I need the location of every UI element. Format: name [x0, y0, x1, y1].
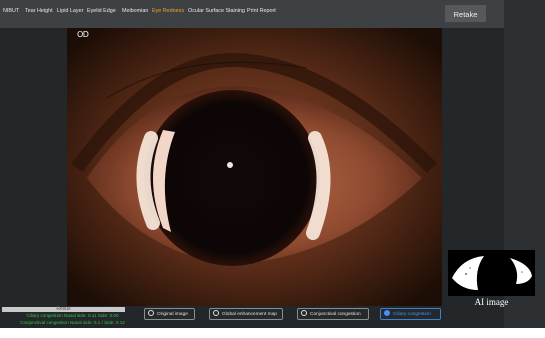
top-nav-bar: NIBUT Tear Height Lipid Layer Eyelid Edg…	[0, 0, 504, 28]
eye-side-label: OD	[77, 30, 89, 39]
tab-ocular-surface-staining[interactable]: Ocular Surface Staining	[188, 6, 245, 16]
ciliary-result-text: Ciliary congestion Nasal side: 0.11 Side…	[26, 313, 119, 318]
radio-icon	[148, 310, 154, 317]
result-panel: Result Ciliary congestion Nasal side: 0.…	[0, 306, 145, 328]
iris-pupil	[144, 90, 320, 266]
radio-icon	[301, 310, 307, 317]
eye-image-viewer[interactable]: OD	[67, 28, 442, 306]
ai-image-label: AI image	[474, 297, 509, 307]
option-global-enhancement-map[interactable]: Global enhancement map	[209, 308, 283, 320]
ai-image-preview	[448, 250, 535, 296]
retake-button[interactable]: Retake	[445, 5, 486, 22]
radio-icon	[213, 310, 219, 317]
option-label: Global enhancement map	[222, 312, 277, 317]
option-label: Original image	[157, 312, 188, 317]
option-original-image[interactable]: Original image	[144, 308, 195, 320]
eye-photo	[67, 28, 442, 306]
center-glint	[227, 162, 233, 168]
radio-selected-icon	[384, 310, 390, 317]
conjunctival-result-text: Conjunctival congestion Nasal side: 0.1 …	[20, 320, 125, 325]
option-conjunctival-congestion[interactable]: Conjunctival congestion	[297, 308, 369, 320]
ai-segmentation-image	[448, 250, 535, 296]
option-label: Conjunctival congestion	[310, 312, 361, 317]
result-header: Result	[2, 307, 125, 312]
tab-meibomian[interactable]: Meibomian	[122, 6, 148, 16]
tab-eye-redness[interactable]: Eye Redness	[152, 6, 184, 16]
option-ciliary-congestion[interactable]: Ciliary congestion	[380, 308, 441, 320]
app-window: NIBUT Tear Height Lipid Layer Eyelid Edg…	[0, 0, 545, 328]
tab-print-report[interactable]: Print Report	[247, 6, 276, 16]
tab-tear-height[interactable]: Tear Height	[25, 6, 53, 16]
tab-nibut[interactable]: NIBUT	[3, 6, 19, 16]
tab-lipid-layer[interactable]: Lipid Layer	[57, 6, 83, 16]
option-label: Ciliary congestion	[393, 312, 431, 317]
tab-eyelid-edge[interactable]: Eyelid Edge	[87, 6, 116, 16]
